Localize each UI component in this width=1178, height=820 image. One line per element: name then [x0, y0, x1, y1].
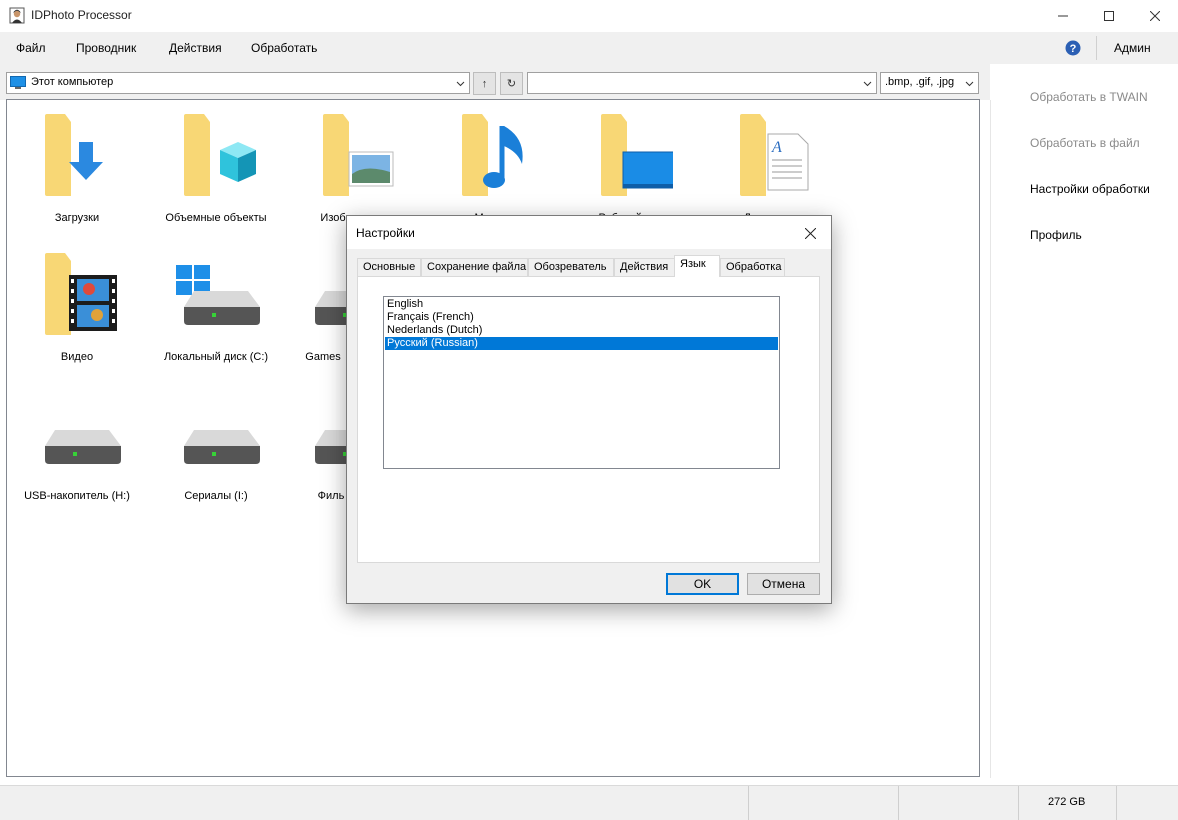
- status-separator: [748, 786, 749, 820]
- minimize-icon: [1058, 15, 1068, 17]
- downloads-folder-icon: [45, 114, 103, 196]
- profile-action[interactable]: Профиль: [1030, 228, 1082, 242]
- menu-explorer[interactable]: Проводник: [76, 41, 136, 55]
- dialog-title-bar: Настройки: [347, 216, 831, 249]
- status-separator: [898, 786, 899, 820]
- path-value: Этот компьютер: [31, 76, 114, 88]
- title-bar: IDPhoto Processor: [0, 0, 1178, 32]
- chevron-down-icon: [863, 81, 872, 87]
- language-listbox[interactable]: English Français (French) Nederlands (Du…: [383, 296, 780, 469]
- list-item[interactable]: Français (French): [385, 311, 778, 324]
- svg-text:A: A: [771, 139, 782, 156]
- explorer-item-label: Видео: [60, 351, 94, 363]
- dialog-title: Настройки: [356, 226, 415, 240]
- menu-bar: Файл Проводник Действия Обработать: [0, 32, 1178, 64]
- window-title: IDPhoto Processor: [31, 8, 132, 22]
- filter-combobox[interactable]: [527, 72, 877, 94]
- close-icon: [804, 227, 816, 239]
- path-combobox[interactable]: Этот компьютер: [6, 72, 470, 94]
- extension-combobox[interactable]: .bmp, .gif, .jpg: [880, 72, 979, 94]
- explorer-item[interactable]: USB-накопитель (H:): [7, 390, 147, 520]
- cancel-button[interactable]: Отмена: [747, 573, 820, 595]
- 3d-objects-folder-icon: [184, 114, 256, 196]
- refresh-button[interactable]: ↻: [500, 72, 523, 95]
- status-separator: [1116, 786, 1117, 820]
- list-item[interactable]: Nederlands (Dutch): [385, 324, 778, 337]
- arrow-up-icon: ↑: [481, 77, 488, 90]
- list-item-selected[interactable]: Русский (Russian): [385, 337, 778, 350]
- dialog-close-button[interactable]: [799, 222, 821, 244]
- maximize-button[interactable]: [1086, 0, 1132, 32]
- chevron-down-icon: [456, 81, 465, 87]
- windows-drive-icon: [176, 265, 260, 325]
- desktop-folder-icon: [601, 114, 673, 196]
- tab-language[interactable]: Язык: [674, 255, 720, 277]
- documents-folder-icon: A: [740, 114, 809, 196]
- menu-process[interactable]: Обработать: [251, 41, 317, 55]
- right-panel-divider: [990, 100, 991, 778]
- app-icon: [9, 7, 25, 24]
- explorer-item-label: Загрузки: [54, 212, 100, 224]
- process-to-file-action[interactable]: Обработать в файл: [1030, 136, 1140, 150]
- music-folder-icon: [462, 114, 523, 196]
- tab-file-saving[interactable]: Сохранение файла: [421, 258, 528, 277]
- language-tab-panel: English Français (French) Nederlands (Du…: [357, 276, 820, 563]
- drive-icon: [184, 430, 260, 464]
- processing-settings-action[interactable]: Настройки обработки: [1030, 182, 1150, 196]
- status-separator: [1018, 786, 1019, 820]
- minimize-button[interactable]: [1040, 0, 1086, 32]
- explorer-item[interactable]: Объемные объекты: [146, 112, 286, 242]
- refresh-icon: ↻: [506, 78, 517, 90]
- pictures-folder-icon: [323, 114, 394, 196]
- tab-browser[interactable]: Обозреватель: [528, 258, 614, 277]
- videos-folder-icon: [45, 253, 117, 335]
- explorer-item[interactable]: Видео: [7, 251, 147, 381]
- menu-file[interactable]: Файл: [16, 41, 46, 55]
- free-space-status: 272 GB: [1048, 796, 1086, 808]
- maximize-icon: [1104, 11, 1114, 21]
- user-menu[interactable]: Админ: [1114, 41, 1151, 55]
- list-item[interactable]: English: [385, 298, 778, 311]
- extension-value: .bmp, .gif, .jpg: [885, 76, 955, 88]
- process-twain-action[interactable]: Обработать в TWAIN: [1030, 90, 1148, 104]
- chevron-down-icon: [965, 81, 974, 87]
- explorer-item-label: Объемные объекты: [165, 212, 267, 224]
- help-icon[interactable]: ?: [1065, 40, 1081, 56]
- drive-icon: [45, 430, 121, 464]
- menu-actions[interactable]: Действия: [169, 41, 222, 55]
- explorer-item[interactable]: Загрузки: [7, 112, 147, 242]
- svg-text:?: ?: [1070, 43, 1077, 55]
- close-icon: [1150, 11, 1160, 21]
- settings-dialog: Настройки Основные Сохранение файла Обоз…: [346, 215, 832, 604]
- computer-icon: [10, 76, 26, 89]
- tab-processing[interactable]: Обработка: [720, 258, 785, 277]
- explorer-item-label: USB-накопитель (H:): [24, 490, 130, 502]
- up-button[interactable]: ↑: [473, 72, 496, 95]
- ok-button[interactable]: OK: [666, 573, 739, 595]
- close-button[interactable]: [1132, 0, 1178, 32]
- status-bar: 272 GB: [0, 785, 1178, 820]
- tab-actions[interactable]: Действия: [614, 258, 675, 277]
- tab-general[interactable]: Основные: [357, 258, 421, 277]
- menu-separator: [1096, 36, 1097, 60]
